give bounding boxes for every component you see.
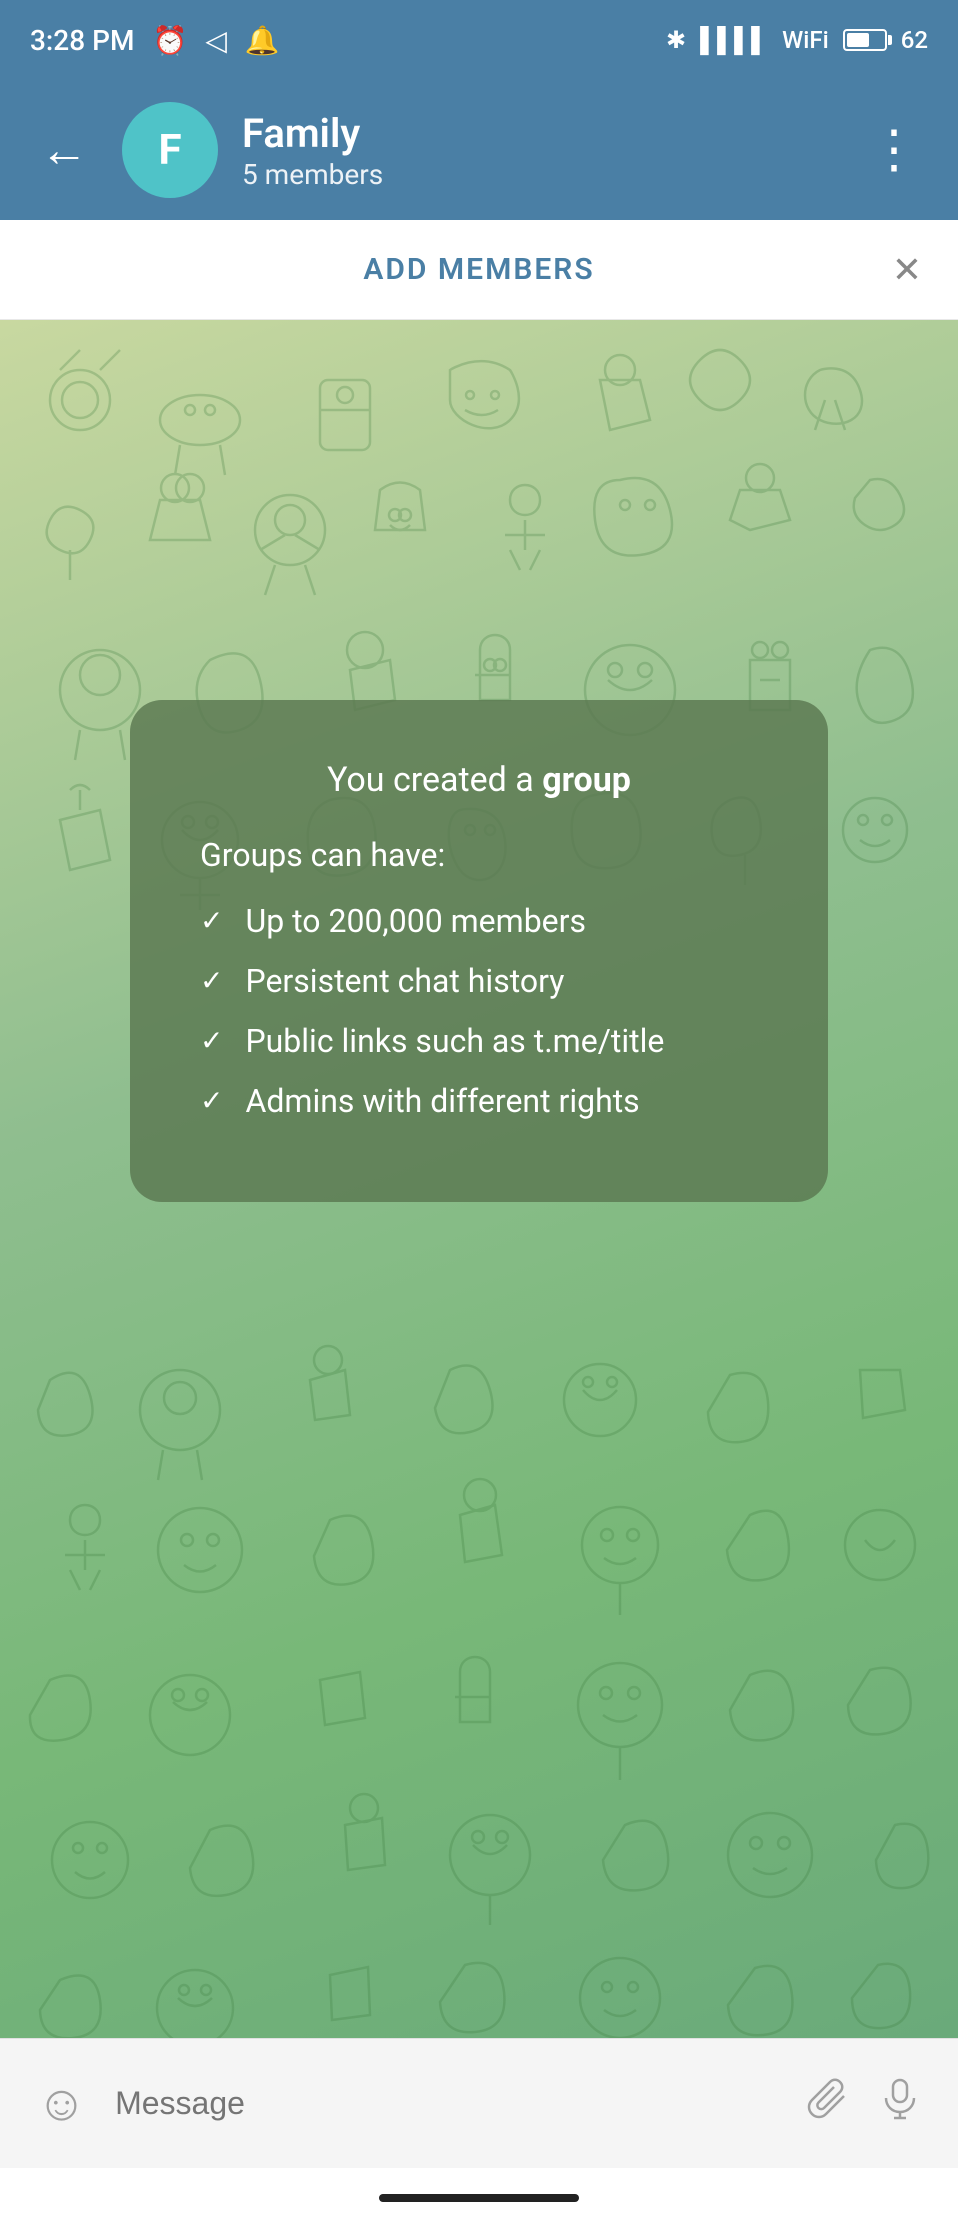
status-left: 3:28 PM ⏰ ◁ 🔔 xyxy=(30,24,280,57)
attach-button[interactable] xyxy=(806,2076,850,2132)
info-card-item-1: ✓ Up to 200,000 members xyxy=(200,902,758,940)
info-card-item-3: ✓ Public links such as t.me/title xyxy=(200,1022,758,1060)
info-item-label-3: Public links such as t.me/title xyxy=(245,1022,664,1060)
more-options-button[interactable]: ⋮ xyxy=(858,114,928,186)
signal-icon: ▌▌▌▌ xyxy=(700,26,768,55)
mic-button[interactable] xyxy=(878,2076,922,2132)
home-indicator xyxy=(0,2168,958,2228)
group-member-count: 5 members xyxy=(242,158,834,191)
check-icon-1: ✓ xyxy=(200,904,223,937)
check-icon-4: ✓ xyxy=(200,1084,223,1117)
time: 3:28 PM xyxy=(30,24,134,57)
chat-background: You created a group Groups can have: ✓ U… xyxy=(0,320,958,2038)
check-icon-2: ✓ xyxy=(200,964,223,997)
add-members-label[interactable]: ADD MEMBERS xyxy=(363,252,594,287)
group-avatar[interactable]: F xyxy=(122,102,218,198)
wifi-icon: WiFi xyxy=(782,26,829,54)
status-bar: 3:28 PM ⏰ ◁ 🔔 ✱ ▌▌▌▌ WiFi 62 xyxy=(0,0,958,80)
info-title-start: You created a xyxy=(327,760,542,800)
info-item-label-1: Up to 200,000 members xyxy=(245,902,586,940)
battery-icon xyxy=(843,29,887,51)
info-title-bold: group xyxy=(542,760,631,800)
status-right: ✱ ▌▌▌▌ WiFi 62 xyxy=(666,26,928,55)
emoji-button[interactable]: ☺ xyxy=(36,2074,87,2133)
alarm-icon: ⏰ xyxy=(152,24,187,57)
home-bar xyxy=(379,2194,579,2202)
info-card-subtitle: Groups can have: xyxy=(200,836,758,874)
check-icon-3: ✓ xyxy=(200,1024,223,1057)
navigation-icon: ◁ xyxy=(205,24,227,57)
add-members-bar: ADD MEMBERS ✕ xyxy=(0,220,958,320)
info-card-item-2: ✓ Persistent chat history xyxy=(200,962,758,1000)
info-item-label-4: Admins with different rights xyxy=(245,1082,639,1120)
group-info[interactable]: Family 5 members xyxy=(242,110,834,191)
info-item-label-2: Persistent chat history xyxy=(245,962,564,1000)
battery-fill xyxy=(847,33,869,47)
battery-percent: 62 xyxy=(901,26,928,54)
message-input[interactable] xyxy=(115,2085,778,2122)
back-button[interactable]: ← xyxy=(30,116,98,184)
close-button[interactable]: ✕ xyxy=(892,249,922,291)
group-name: Family xyxy=(242,110,834,158)
info-card-title: You created a group xyxy=(200,760,758,800)
bluetooth-icon: ✱ xyxy=(666,26,686,54)
alert-icon: 🔔 xyxy=(245,24,280,57)
info-card: You created a group Groups can have: ✓ U… xyxy=(130,700,828,1202)
info-card-item-4: ✓ Admins with different rights xyxy=(200,1082,758,1120)
bottom-bar: ☺ xyxy=(0,2038,958,2168)
avatar-label: F xyxy=(158,126,181,175)
nav-bar: ← F Family 5 members ⋮ xyxy=(0,80,958,220)
